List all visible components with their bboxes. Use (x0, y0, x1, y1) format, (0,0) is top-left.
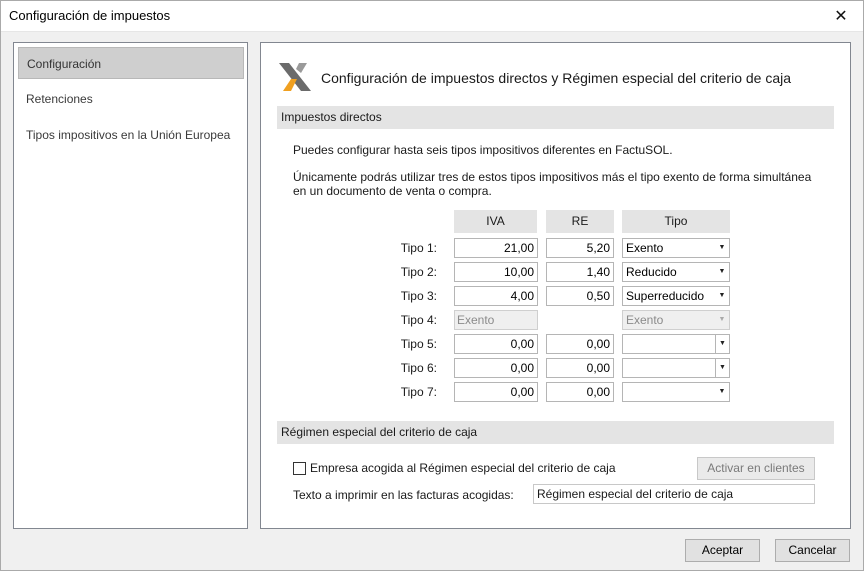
sidebar-nav: Configuración Retenciones Tipos impositi… (13, 42, 248, 529)
row-label-tipo-6: Tipo 6: (400, 361, 437, 375)
sidebar-item-retenciones[interactable]: Retenciones (18, 83, 244, 115)
re-input-tipo-1[interactable]: 5,20 (546, 238, 614, 258)
info-text-1: Puedes configurar hasta seis tipos impos… (293, 143, 673, 157)
column-header-tipo: Tipo (622, 210, 730, 233)
accept-button[interactable]: Aceptar (685, 539, 760, 562)
dropdown-arrow-icon: ▼ (718, 268, 726, 275)
print-text-label: Texto a imprimir en las facturas acogida… (293, 488, 514, 502)
close-icon[interactable]: ✕ (818, 0, 864, 32)
dropdown-arrow-icon: ▼ (718, 316, 726, 323)
tipo-select-value: Exento (626, 241, 664, 255)
row-label-tipo-4: Tipo 4: (400, 313, 437, 327)
info-text-2b: en un documento de venta o compra. (293, 184, 492, 198)
re-input-tipo-5[interactable]: 0,00 (546, 334, 614, 354)
window-title: Configuración de impuestos (9, 8, 171, 23)
activar-en-clientes-button[interactable]: Activar en clientes (697, 457, 815, 480)
tipo-select-value: Superreducido (626, 289, 705, 303)
tipo-select-5[interactable]: ▼ (622, 334, 730, 354)
section-header-impuestos: Impuestos directos (277, 106, 834, 129)
sidebar-item-tipos-ue[interactable]: Tipos impositivos en la Unión Europea (18, 119, 244, 151)
re-input-tipo-6[interactable]: 0,00 (546, 358, 614, 378)
criterio-caja-checkbox-label[interactable]: Empresa acogida al Régimen especial del … (310, 461, 616, 475)
iva-input-tipo-7[interactable]: 0,00 (454, 382, 538, 402)
row-label-tipo-2: Tipo 2: (400, 265, 437, 279)
row-label-tipo-5: Tipo 5: (400, 337, 437, 351)
tipo-select-value: Reducido (626, 265, 677, 279)
tipo-select-4: Exento ▼ (622, 310, 730, 330)
page-heading: Configuración de impuestos directos y Ré… (321, 70, 792, 86)
tipo-select-6[interactable]: ▼ (622, 358, 730, 378)
iva-input-tipo-1[interactable]: 21,00 (454, 238, 538, 258)
cancel-button[interactable]: Cancelar (775, 539, 850, 562)
dropdown-arrow-icon: ▼ (718, 292, 726, 299)
tipo-select-3[interactable]: Superreducido ▼ (622, 286, 730, 306)
re-input-tipo-7[interactable]: 0,00 (546, 382, 614, 402)
iva-input-tipo-3[interactable]: 4,00 (454, 286, 538, 306)
dropdown-arrow-icon: ▼ (718, 388, 726, 395)
title-bar: Configuración de impuestos ✕ (0, 0, 864, 32)
content-panel: Configuración de impuestos directos y Ré… (260, 42, 851, 529)
dropdown-arrow-icon: ▼ (718, 244, 726, 251)
dropdown-arrow-icon: ▼ (715, 359, 729, 377)
re-input-tipo-3[interactable]: 0,50 (546, 286, 614, 306)
iva-input-tipo-6[interactable]: 0,00 (454, 358, 538, 378)
section-header-criterio-caja: Régimen especial del criterio de caja (277, 421, 834, 444)
print-text-input[interactable]: Régimen especial del criterio de caja (533, 484, 815, 504)
criterio-caja-checkbox-row[interactable]: Empresa acogida al Régimen especial del … (293, 461, 616, 475)
row-label-tipo-1: Tipo 1: (400, 241, 437, 255)
dropdown-arrow-icon: ▼ (715, 335, 729, 353)
tipo-select-1[interactable]: Exento ▼ (622, 238, 730, 258)
info-text-2a: Únicamente podrás utilizar tres de estos… (293, 170, 812, 184)
factusol-logo-icon (279, 63, 311, 91)
row-label-tipo-3: Tipo 3: (400, 289, 437, 303)
sidebar-item-configuracion[interactable]: Configuración (18, 47, 244, 79)
tipo-select-7[interactable]: ▼ (622, 382, 730, 402)
row-label-tipo-7: Tipo 7: (400, 385, 437, 399)
criterio-caja-checkbox[interactable] (293, 461, 306, 475)
iva-input-tipo-5[interactable]: 0,00 (454, 334, 538, 354)
column-header-re: RE (546, 210, 614, 233)
tipo-select-2[interactable]: Reducido ▼ (622, 262, 730, 282)
iva-input-tipo-4: Exento (454, 310, 538, 330)
column-header-iva: IVA (454, 210, 537, 233)
re-input-tipo-2[interactable]: 1,40 (546, 262, 614, 282)
iva-input-tipo-2[interactable]: 10,00 (454, 262, 538, 282)
tipo-select-value: Exento (626, 313, 664, 327)
